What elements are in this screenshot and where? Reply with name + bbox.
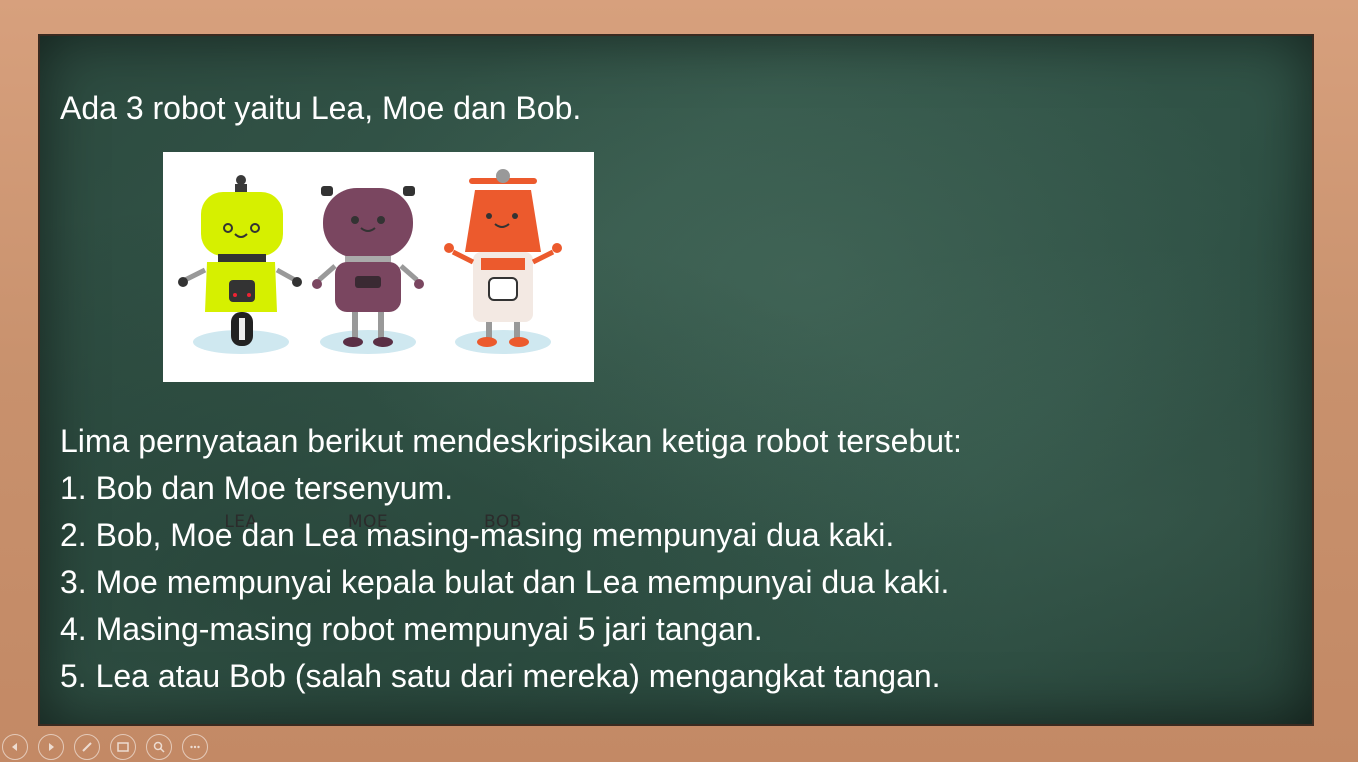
statement-3: 3. Moe mempunyai kepala bulat dan Lea me… — [60, 564, 950, 600]
zoom-icon[interactable] — [146, 734, 172, 760]
lea-robot — [178, 175, 302, 346]
intro-text: Ada 3 robot yaitu Lea, Moe dan Bob. — [60, 90, 582, 126]
statement-4: 4. Masing-masing robot mempunyai 5 jari … — [60, 611, 763, 647]
slides-grid-icon[interactable] — [110, 734, 136, 760]
statement-1: 1. Bob dan Moe tersenyum. — [60, 470, 454, 506]
statement-2: 2. Bob, Moe dan Lea masing-masing mempun… — [60, 517, 895, 553]
robots-image: LEA MOE BOB — [163, 152, 594, 532]
statements-heading: Lima pernyataan berikut mendeskripsikan … — [60, 423, 962, 459]
previous-icon[interactable] — [2, 734, 28, 760]
pen-icon[interactable] — [74, 734, 100, 760]
moe-shadow — [320, 330, 416, 354]
statement-5: 5. Lea atau Bob (salah satu dari mereka)… — [60, 658, 941, 694]
next-icon[interactable] — [38, 734, 64, 760]
bob-shadow — [455, 330, 551, 354]
statements-block: Lima pernyataan berikut mendeskripsikan … — [60, 418, 962, 700]
more-icon[interactable] — [182, 734, 208, 760]
bob-robot — [444, 169, 562, 347]
moe-robot — [312, 186, 424, 347]
robots-illustration — [178, 169, 562, 354]
slideshow-toolbar — [0, 732, 208, 762]
